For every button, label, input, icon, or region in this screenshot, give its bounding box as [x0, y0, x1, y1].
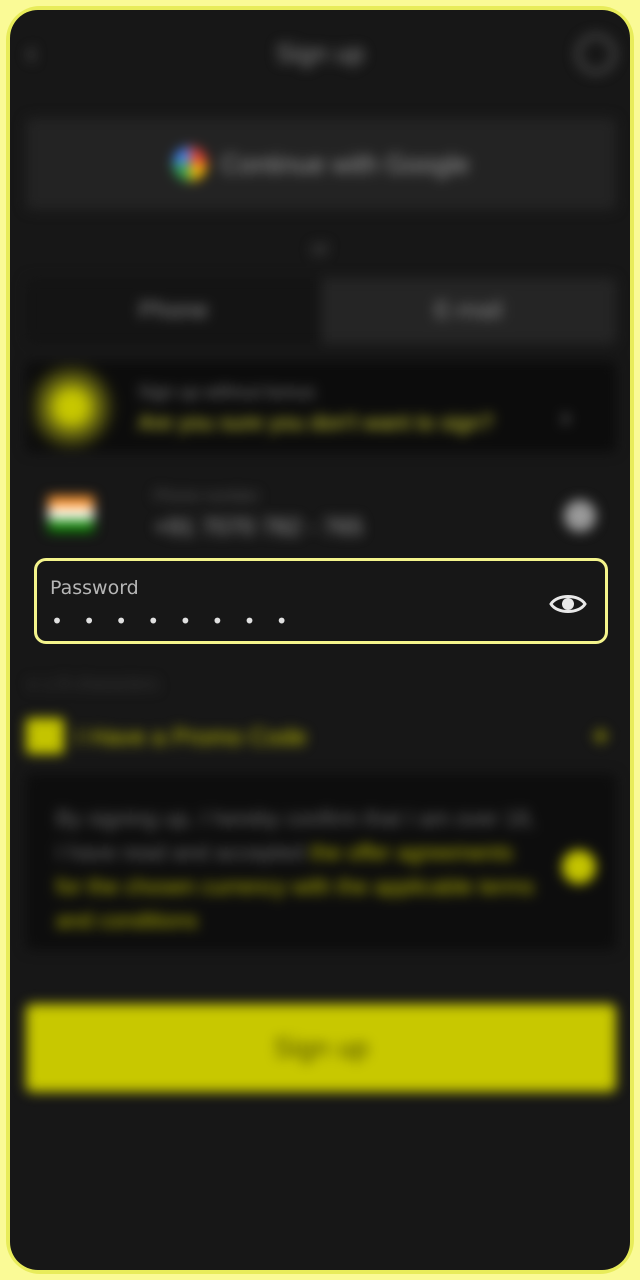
continue-with-google-button[interactable]: Continue with Google [26, 118, 616, 210]
no-bonus-banner[interactable]: Sign up without bonus Are you sure you d… [26, 362, 616, 452]
promo-code-toggle[interactable]: I Have a Promo Code + [26, 716, 616, 756]
banner-text: Are you sure you don't want to sign? [138, 410, 494, 435]
page-title: Sign up [275, 38, 365, 68]
signup-screen: ‹ Sign up Continue with Google or Phone … [10, 10, 630, 1270]
terms-agreement: By signing up, I hereby confirm that I a… [26, 774, 616, 950]
india-flag-icon[interactable] [48, 496, 94, 532]
terms-checkbox[interactable] [562, 850, 596, 884]
support-icon[interactable] [576, 34, 616, 74]
phone-number-field[interactable]: Phone number +91 7070 782 - 765 [26, 476, 616, 558]
promo-code-label: I Have a Promo Code [76, 724, 307, 751]
signup-method-tabs: Phone E-mail [26, 278, 616, 344]
or-divider: or [311, 238, 329, 260]
password-requirement: ∨ ≥ 8 characters [26, 674, 159, 694]
phone-value: +91 7070 782 - 765 [154, 514, 363, 541]
clear-icon[interactable] [564, 500, 596, 532]
phone-label: Phone number [154, 488, 259, 505]
tab-email[interactable]: E-mail [321, 278, 616, 344]
bonus-art-icon [32, 364, 120, 450]
password-input[interactable]: • • • • • • • • [51, 609, 292, 633]
terms-text: By signing up, I hereby confirm that I a… [56, 802, 536, 938]
banner-title: Sign up without bonus [138, 382, 316, 402]
google-icon [172, 147, 207, 181]
password-field[interactable]: Password • • • • • • • • [34, 558, 608, 644]
eye-icon[interactable] [549, 591, 587, 617]
password-label: Password [50, 577, 139, 599]
tab-phone[interactable]: Phone [26, 278, 321, 344]
sign-up-button[interactable]: Sign up [26, 1004, 616, 1092]
promo-code-checkbox[interactable] [26, 718, 64, 754]
google-button-label: Continue with Google [220, 148, 470, 179]
plus-icon[interactable]: + [591, 718, 610, 755]
chevron-right-icon: › [561, 402, 570, 432]
